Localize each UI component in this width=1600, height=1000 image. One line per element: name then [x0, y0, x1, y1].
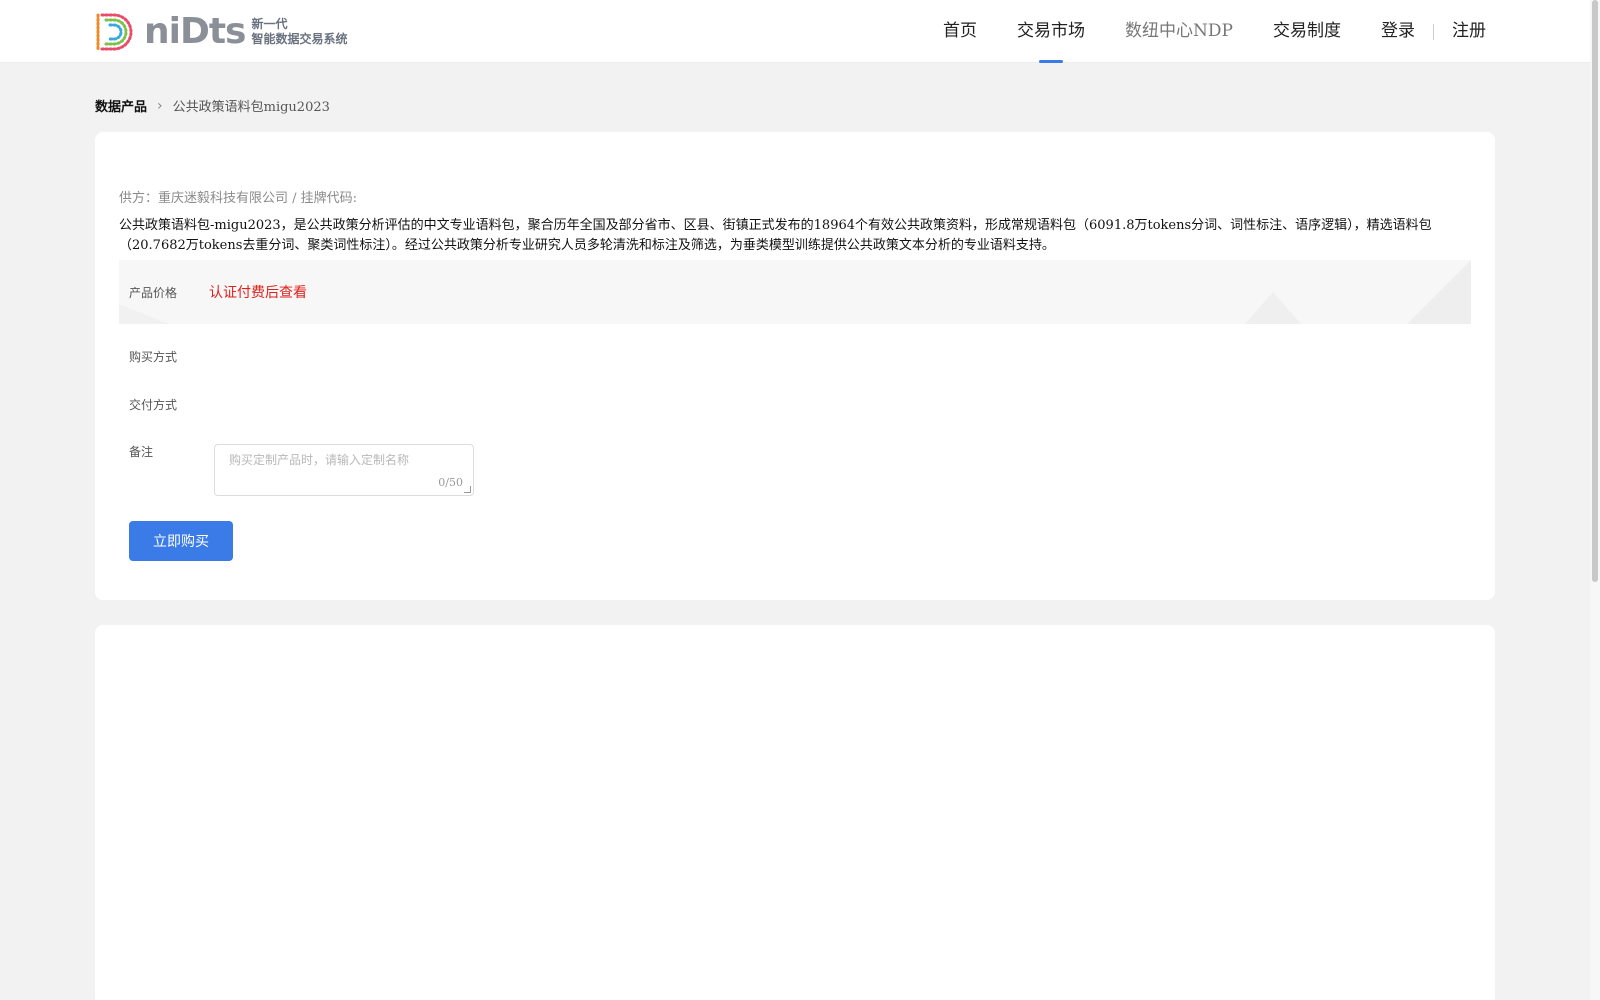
- remark-input[interactable]: [215, 445, 473, 495]
- supplier-line: 供方：重庆迷毅科技有限公司 / 挂牌代码:: [119, 191, 358, 206]
- logo-tagline-line1: 新一代: [251, 17, 288, 31]
- remark-field: 0/50: [214, 444, 474, 496]
- logo-wordmark: niDts: [144, 11, 246, 52]
- login-link[interactable]: 登录: [1381, 0, 1415, 63]
- product-detail-card: 供方：重庆迷毅科技有限公司 / 挂牌代码: 公共政策语料包-migu2023，是…: [95, 132, 1495, 600]
- nav-market[interactable]: 交易市场: [1017, 0, 1085, 63]
- product-description: 公共政策语料包-migu2023，是公共政策分析评估的中文专业语料包，聚合历年全…: [119, 218, 1432, 253]
- buy-now-button[interactable]: 立即购买: [129, 521, 233, 561]
- logo-tagline: 新一代 智能数据交易系统: [252, 17, 348, 47]
- chevron-right-icon: ›: [157, 97, 163, 114]
- resize-handle-icon[interactable]: [464, 486, 471, 493]
- price-panel-decoration: [1245, 292, 1301, 324]
- breadcrumb: 数据产品 › 公共政策语料包migu2023: [95, 96, 330, 116]
- scrollbar-thumb[interactable]: [1592, 0, 1598, 582]
- price-panel: [119, 260, 1471, 324]
- nav-ndp-center[interactable]: 数纽中心NDP: [1125, 0, 1233, 63]
- nav-home[interactable]: 首页: [943, 0, 977, 63]
- register-link[interactable]: 注册: [1452, 0, 1486, 63]
- product-extra-card: [95, 625, 1495, 1000]
- breadcrumb-root[interactable]: 数据产品: [95, 96, 147, 115]
- price-panel-decoration: [119, 304, 169, 324]
- breadcrumb-current: 公共政策语料包migu2023: [172, 100, 330, 115]
- price-panel-decoration: [1407, 260, 1471, 324]
- delivery-method-label: 交付方式: [129, 398, 178, 412]
- price-value[interactable]: 认证付费后查看: [209, 282, 307, 302]
- remark-char-counter: 0/50: [438, 476, 463, 489]
- purchase-method-label: 购买方式: [129, 350, 178, 364]
- remark-label: 备注: [129, 445, 154, 459]
- main-nav: 首页 交易市场 数纽中心NDP 交易制度 登录 注册: [903, 0, 1486, 63]
- logo-d-mark-icon: [96, 13, 133, 51]
- nav-rules[interactable]: 交易制度: [1273, 0, 1341, 63]
- logo-tagline-line2: 智能数据交易系统: [251, 32, 348, 46]
- price-label: 产品价格: [129, 286, 178, 300]
- brand-logo[interactable]: niDts 新一代 智能数据交易系统: [94, 10, 348, 54]
- nav-divider: [1433, 23, 1434, 40]
- top-header: niDts 新一代 智能数据交易系统 首页 交易市场 数纽中心NDP 交易制度 …: [0, 0, 1590, 63]
- page-scrollbar[interactable]: [1590, 0, 1600, 1000]
